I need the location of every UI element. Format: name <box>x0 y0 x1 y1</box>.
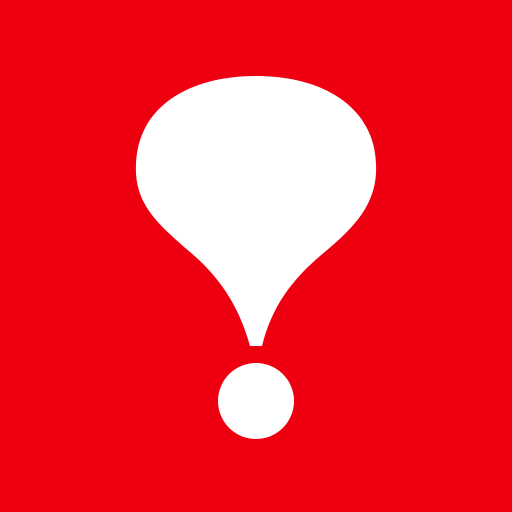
exclamation-balloon-icon <box>0 0 512 512</box>
exclamation-dot <box>218 363 294 439</box>
app-icon[interactable] <box>0 0 512 512</box>
